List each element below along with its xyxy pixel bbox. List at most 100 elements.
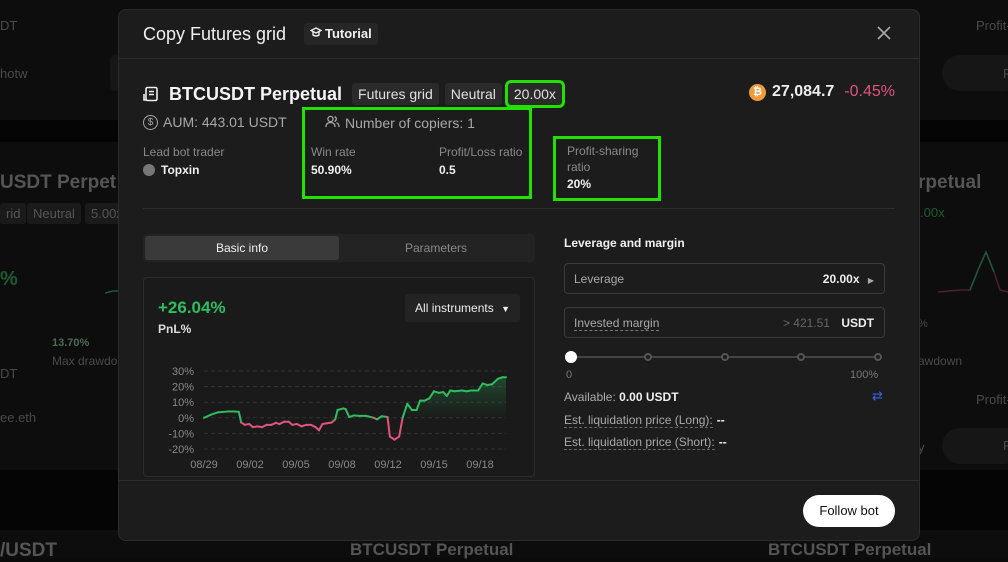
bg-button — [942, 55, 1008, 91]
pair-name: BTCUSDT Perpetual — [169, 84, 342, 105]
dollar-icon: $ — [143, 115, 158, 130]
leverage-value: 20.00x — [823, 272, 860, 286]
close-button[interactable] — [875, 25, 893, 43]
tab-basic-info[interactable]: Basic info — [145, 236, 339, 260]
bg-pnl: % — [0, 268, 18, 291]
aum-row: $ AUM: 443.01 USDT — [143, 114, 287, 130]
copiers-count: Number of copiers: 1 — [325, 115, 475, 131]
aum-value: AUM: 443.01 USDT — [163, 114, 287, 130]
bitcoin-icon: ₿ — [749, 84, 766, 101]
bg-card-title: rpetual — [918, 172, 981, 194]
x-tick-label: 09/18 — [466, 459, 494, 471]
x-tick-label: 09/02 — [236, 459, 264, 471]
modal-header: Copy Futures grid Tutorial — [119, 10, 919, 59]
follow-bot-button[interactable]: Follow bot — [803, 495, 895, 527]
tutorial-label: Tutorial — [325, 23, 372, 45]
x-tick-label: 09/15 — [420, 459, 448, 471]
caret-right-icon: ▶ — [868, 276, 874, 285]
pnl-area-fill — [407, 377, 506, 418]
footer-divider — [119, 480, 919, 481]
slider-thumb[interactable] — [565, 351, 577, 363]
pl-ratio-value: 0.5 — [439, 163, 522, 177]
invested-margin-field[interactable]: Invested margin > 421.51 USDT — [564, 307, 885, 338]
avatar — [143, 164, 155, 176]
lead-trader[interactable]: Topxin — [143, 163, 224, 177]
bg-text: Profit- — [976, 18, 1008, 33]
tutorial-button[interactable]: Tutorial — [304, 23, 378, 45]
pl-ratio-label: Profit/Loss ratio — [439, 145, 522, 159]
margin-slider[interactable] — [571, 351, 878, 363]
slider-step-dot[interactable] — [721, 353, 729, 361]
margin-unit: USDT — [841, 316, 874, 330]
transfer-icon: ⇄ — [872, 388, 883, 403]
liq-price-short: Est. liquidation price (Short): -- — [564, 435, 727, 449]
lead-trader-label: Lead bot trader — [143, 145, 224, 159]
bg-card-title: USDT Perpet — [0, 172, 116, 194]
bg-text: hotw — [0, 66, 27, 81]
bg-mini-chart — [930, 240, 1008, 300]
invested-margin-label: Invested margin — [574, 316, 659, 331]
bg-tag: Neutral — [27, 203, 81, 224]
users-icon — [325, 115, 340, 131]
pnl-line-segment — [455, 391, 462, 392]
available-value: 0.00 USDT — [619, 390, 678, 404]
strategy-tag: Futures grid — [352, 83, 439, 105]
liq-long-label: Est. liquidation price (Long): — [564, 413, 713, 428]
graduation-cap-icon — [310, 23, 322, 45]
slider-step-dot[interactable] — [797, 353, 805, 361]
price-row: ₿ 27,084.7 -0.45% — [749, 83, 895, 101]
pnl-chart-card: +26.04% PnL% All instruments ▼ 30%20%10%… — [143, 277, 535, 477]
bg-text: DT — [0, 18, 17, 33]
y-tick-label: 30% — [172, 366, 194, 378]
pnl-line-segment — [319, 424, 322, 430]
lead-trader-name: Topxin — [161, 163, 199, 177]
y-tick-label: 0% — [178, 413, 194, 425]
bg-stat-label: awdown — [918, 354, 962, 368]
document-icon — [143, 86, 159, 102]
lead-trader-stat: Lead bot trader Topxin — [143, 145, 224, 177]
bg-text: F — [1003, 438, 1008, 453]
bg-text: DT — [0, 366, 17, 381]
x-tick-label: 09/08 — [328, 459, 356, 471]
invested-margin-right: > 421.51 USDT — [783, 316, 874, 330]
pnl-line-segment — [204, 415, 211, 418]
leverage-label: Leverage — [574, 272, 624, 286]
pnl-line-segment — [218, 412, 227, 413]
leverage-field[interactable]: Leverage 20.00x ▶ — [564, 263, 885, 294]
pair-row: BTCUSDT Perpetual Futures grid Neutral 2… — [143, 82, 568, 106]
leverage-value-wrap: 20.00x ▶ — [823, 272, 874, 286]
tab-bar: Basic info Parameters — [143, 234, 535, 262]
copiers-text: Number of copiers: 1 — [345, 115, 475, 131]
profit-sharing-stat: Profit-sharing ratio 20% — [556, 139, 658, 198]
modal-title: Copy Futures grid — [143, 24, 286, 45]
leverage-tag: 20.00x — [508, 83, 562, 105]
pnl-line-segment — [346, 409, 349, 417]
x-tick-label: 08/29 — [190, 459, 218, 471]
x-tick-label: 09/05 — [282, 459, 310, 471]
y-tick-label: -10% — [168, 428, 194, 440]
bg-card-title: BTCUSDT Perpetual — [350, 540, 513, 560]
transfer-button[interactable]: ⇄ — [872, 388, 883, 404]
bg-card-title: BTCUSDT Perpetual — [768, 540, 931, 560]
available-label: Available: — [564, 390, 616, 404]
slider-step-dot[interactable] — [874, 353, 882, 361]
liq-short-value: -- — [719, 435, 727, 449]
slider-max-label: 100% — [850, 369, 878, 381]
liq-price-long: Est. liquidation price (Long):-- — [564, 413, 725, 427]
bg-button — [942, 428, 1008, 464]
bg-card-title: /USDT — [0, 540, 57, 562]
win-rate-label: Win rate — [311, 145, 356, 159]
invested-margin-input[interactable]: > 421.51 — [783, 316, 830, 330]
bg-text: Profit- — [976, 392, 1008, 407]
liq-short-label: Est. liquidation price (Short): — [564, 435, 715, 450]
x-tick-label: 09/12 — [374, 459, 402, 471]
direction-tag: Neutral — [445, 83, 502, 105]
pnl-line-segment — [403, 404, 408, 418]
bg-text: ee.eth — [0, 410, 36, 425]
win-rate-stat: Win rate 50.90% — [311, 145, 356, 177]
bg-stat: 13.70% — [52, 337, 89, 349]
slider-step-dot[interactable] — [644, 353, 652, 361]
tab-parameters[interactable]: Parameters — [339, 236, 533, 260]
divider — [143, 208, 895, 209]
pnl-chart: 30%20%10%0%-10%-20%08/2909/0209/0509/080… — [144, 278, 536, 478]
